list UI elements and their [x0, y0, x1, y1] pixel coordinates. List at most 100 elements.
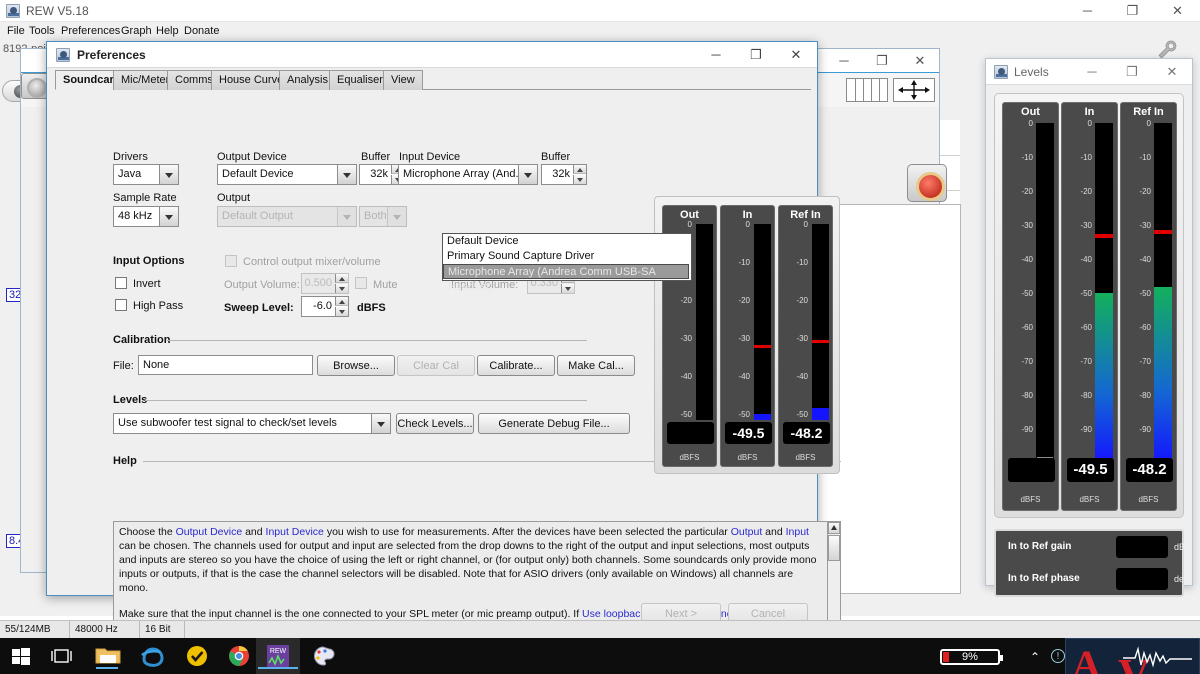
- menu-help[interactable]: Help: [152, 24, 183, 38]
- calibration-file-field[interactable]: None: [138, 355, 313, 375]
- record-button[interactable]: [907, 164, 947, 202]
- high-pass-checkbox[interactable]: [115, 299, 127, 311]
- preferences-maximize-button[interactable]: ❐: [736, 42, 776, 67]
- levels-meter-in-value: -49.5: [1067, 458, 1114, 482]
- preferences-minimize-button[interactable]: ─: [696, 42, 736, 67]
- menu-donate[interactable]: Donate: [180, 24, 223, 38]
- levels-meter-out-scale: 0 -10 -20 -30 -40 -50 -60 -70 -80 -90 -1…: [1005, 119, 1033, 468]
- spinner-up-icon[interactable]: [573, 165, 586, 174]
- pan-move-icon[interactable]: [893, 78, 935, 102]
- drivers-combo[interactable]: Java: [113, 164, 179, 185]
- tab-view[interactable]: View: [383, 70, 423, 90]
- rew-minimize-button[interactable]: ─: [1065, 0, 1110, 22]
- levels-close-button[interactable]: ✕: [1152, 59, 1192, 84]
- chevron-down-icon[interactable]: [371, 414, 390, 433]
- status-bit-depth: 16 Bit: [140, 621, 185, 638]
- sweep-level-spinner[interactable]: -6.0: [301, 296, 349, 317]
- scroll-up-icon[interactable]: [828, 522, 840, 534]
- preferences-titlebar: Preferences ─ ❐ ✕: [47, 42, 817, 68]
- dropdown-item-primary-sound-capture-driver[interactable]: Primary Sound Capture Driver: [443, 249, 691, 264]
- spinner-up-icon[interactable]: [335, 297, 348, 306]
- levels-header: Levels: [113, 394, 148, 406]
- menu-tools[interactable]: Tools: [25, 24, 59, 38]
- drivers-value: Java: [118, 168, 142, 180]
- columns-icon[interactable]: [846, 78, 888, 102]
- levels-maximize-button[interactable]: ❐: [1112, 59, 1152, 84]
- battery-indicator[interactable]: 9%: [940, 649, 1003, 665]
- output-device-combo[interactable]: Default Device: [217, 164, 357, 185]
- levels-tick: -20: [1139, 187, 1151, 196]
- antivirus-shield-icon[interactable]: [184, 643, 210, 669]
- levels-app-icon: [994, 65, 1008, 79]
- output-device-label: Output Device: [217, 151, 287, 163]
- spinner-down-icon[interactable]: [573, 175, 586, 184]
- spinner-down-icon[interactable]: [335, 307, 348, 316]
- show-hidden-icons-chevron-icon[interactable]: ⌃: [1030, 650, 1040, 664]
- meter-tick: -30: [738, 334, 750, 343]
- levels-tick: -10: [1080, 153, 1092, 162]
- levels-divider: [145, 400, 587, 401]
- control-output-mixer-checkbox: [225, 255, 237, 267]
- preferences-body: Drivers Java Sample Rate 48 kHz Output D…: [49, 91, 841, 648]
- menu-preferences[interactable]: Preferences: [57, 24, 124, 38]
- chevron-down-icon[interactable]: [518, 165, 537, 184]
- meter-tick: 0: [687, 220, 692, 229]
- meter-tick: -30: [796, 334, 808, 343]
- levels-tick: -30: [1080, 221, 1092, 230]
- sample-rate-combo[interactable]: 48 kHz: [113, 206, 179, 227]
- rta-maximize-button[interactable]: ❐: [863, 49, 901, 72]
- meter-ref-in-peak-indicator: [812, 340, 829, 343]
- preferences-tabstrip: Soundcard Mic/Meter Comms House Curve An…: [55, 70, 811, 90]
- input-buffer-spinner[interactable]: 32k: [541, 164, 587, 185]
- paint-icon[interactable]: [310, 643, 336, 669]
- security-tray-icon[interactable]: !: [1051, 649, 1065, 663]
- help-scroll-thumb[interactable]: [828, 535, 840, 561]
- tab-equaliser[interactable]: Equaliser: [329, 70, 391, 90]
- levels-tick: -10: [1139, 153, 1151, 162]
- levels-test-signal-value: Use subwoofer test signal to check/set l…: [118, 417, 337, 429]
- make-cal-button[interactable]: Make Cal...: [557, 355, 635, 376]
- rta-close-button[interactable]: ✕: [901, 49, 939, 72]
- chrome-icon[interactable]: [226, 643, 252, 669]
- levels-test-signal-combo[interactable]: Use subwoofer test signal to check/set l…: [113, 413, 391, 434]
- file-explorer-icon[interactable]: [94, 643, 121, 669]
- levels-minimize-button[interactable]: ─: [1072, 59, 1112, 84]
- check-levels-button[interactable]: Check Levels...: [396, 413, 474, 434]
- levels-meter-out-bar: [1036, 123, 1054, 463]
- rew-taskbar-icon[interactable]: REW: [256, 638, 300, 674]
- help-paragraph-1: Choose the Output Device and Input Devic…: [119, 526, 817, 594]
- av-nirvana-logo: A V NIRVANA: [1065, 638, 1200, 674]
- calibrate-button[interactable]: Calibrate...: [477, 355, 555, 376]
- dropdown-item-default-device[interactable]: Default Device: [443, 234, 691, 249]
- input-device-dropdown-list[interactable]: Default Device Primary Sound Capture Dri…: [442, 233, 692, 293]
- levels-meter-out-title: Out: [1021, 106, 1040, 118]
- dropdown-item-microphone-array[interactable]: Microphone Array (Andrea Comm USB-SA Hea…: [443, 264, 689, 293]
- levels-meter-in-unit: dBFS: [1079, 495, 1100, 504]
- levels-tick: -60: [1080, 323, 1092, 332]
- preferences-title: Preferences: [77, 48, 146, 62]
- chevron-down-icon[interactable]: [159, 207, 178, 226]
- status-memory: 55/124MB: [0, 621, 70, 638]
- control-output-mixer-label: Control output mixer/volume: [243, 256, 381, 268]
- chrome-glyph: [229, 645, 249, 666]
- rew-close-button[interactable]: ✕: [1155, 0, 1200, 22]
- start-button-icon[interactable]: [8, 643, 34, 669]
- meter-ref-in-unit: dBFS: [795, 453, 816, 462]
- rta-minimize-button[interactable]: ─: [825, 49, 863, 72]
- meter-out-unit: dBFS: [679, 453, 700, 462]
- menu-graph[interactable]: Graph: [117, 24, 156, 38]
- invert-checkbox[interactable]: [115, 277, 127, 289]
- input-device-combo[interactable]: Microphone Array (And...: [398, 164, 538, 185]
- preferences-close-button[interactable]: ✕: [776, 42, 816, 67]
- meter-ref-in-level-fill: [812, 408, 829, 420]
- chevron-down-icon[interactable]: [337, 165, 356, 184]
- tab-analysis[interactable]: Analysis: [279, 70, 336, 90]
- browse-button[interactable]: Browse...: [317, 355, 395, 376]
- chevron-down-icon[interactable]: [159, 165, 178, 184]
- generate-debug-file-button[interactable]: Generate Debug File...: [478, 413, 630, 434]
- rew-maximize-button[interactable]: ❐: [1110, 0, 1155, 22]
- internet-explorer-icon[interactable]: [139, 643, 165, 669]
- task-view-icon[interactable]: [48, 643, 74, 669]
- levels-tick: -70: [1021, 357, 1033, 366]
- chevron-down-icon: [337, 207, 356, 226]
